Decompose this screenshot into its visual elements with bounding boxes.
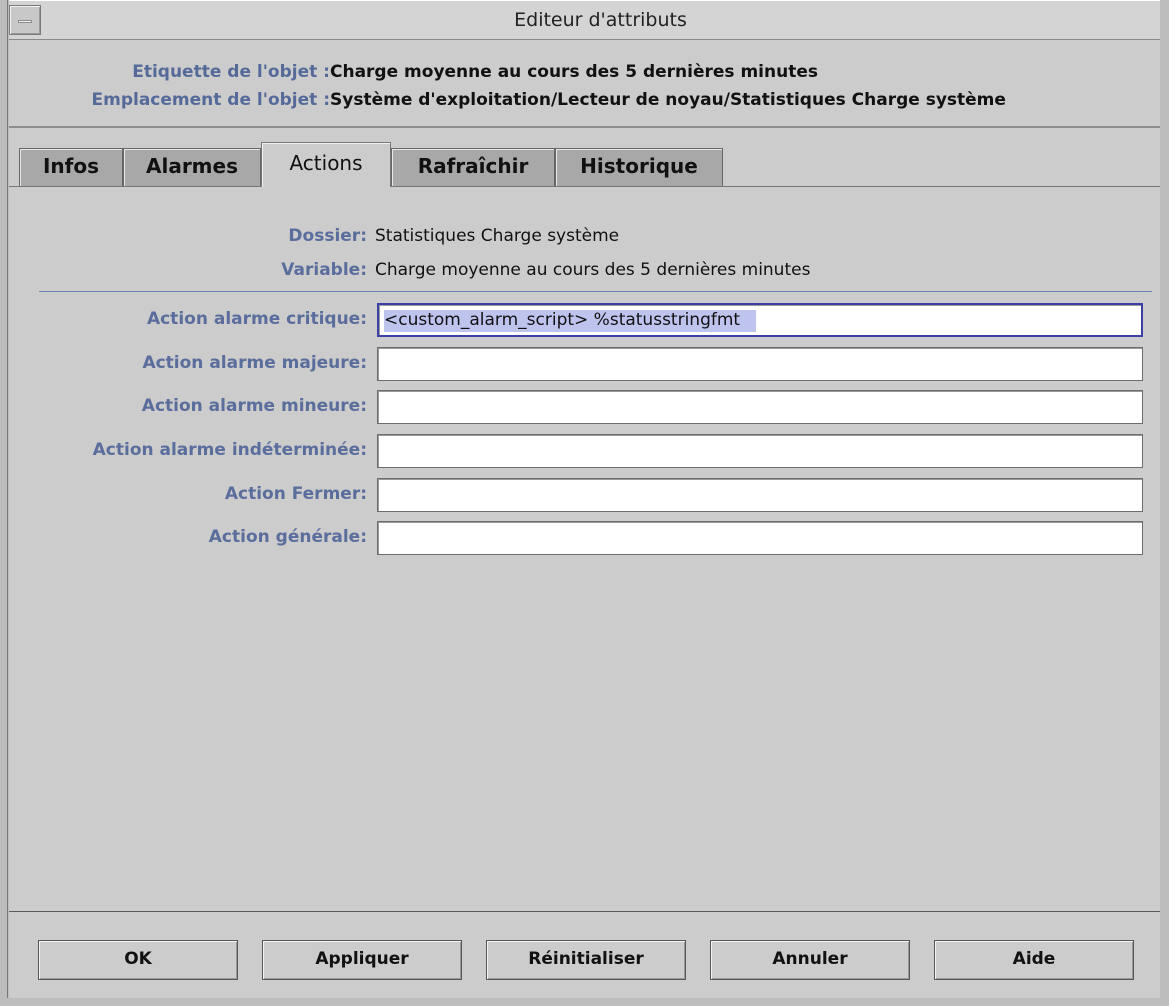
window-title: Editeur d'attributs (514, 9, 687, 31)
attribute-editor-window: Editeur d'attributs Etiquette de l'objet… (0, 0, 1169, 1006)
tab-infos[interactable]: Infos (19, 148, 123, 186)
general-action-input[interactable] (377, 521, 1143, 555)
object-location-row: Emplacement de l'objet : Système d'explo… (9, 90, 1160, 114)
minor-alarm-action-input[interactable] (377, 390, 1143, 424)
object-label-caption: Etiquette de l'objet : (132, 62, 330, 82)
minor-alarm-action-label: Action alarme mineure: (141, 396, 367, 416)
apply-button[interactable]: Appliquer (262, 940, 462, 980)
indeterminate-alarm-action-input[interactable] (377, 434, 1143, 468)
object-location-value: Système d'exploitation/Lecteur de noyau/… (330, 90, 1006, 110)
ok-button[interactable]: OK (38, 940, 238, 980)
tab-strip: Infos Alarmes Actions Rafraîchir Histori… (9, 142, 1160, 187)
critical-alarm-action-label: Action alarme critique: (146, 309, 367, 329)
major-alarm-action-input[interactable] (377, 347, 1143, 381)
object-label-row: Etiquette de l'objet : Charge moyenne au… (9, 62, 1160, 86)
indeterminate-alarm-action-label: Action alarme indéterminée: (92, 440, 367, 460)
close-action-label: Action Fermer: (224, 484, 367, 504)
object-label-value: Charge moyenne au cours des 5 dernières … (330, 62, 818, 82)
reset-button[interactable]: Réinitialiser (486, 940, 686, 980)
folder-value: Statistiques Charge système (375, 226, 620, 246)
major-alarm-action-label: Action alarme majeure: (142, 353, 367, 373)
button-bar: OK Appliquer Réinitialiser Annuler Aide (9, 912, 1160, 998)
tab-actions[interactable]: Actions (261, 142, 391, 187)
close-action-input[interactable] (377, 478, 1143, 512)
critical-alarm-action-input[interactable]: <custom_alarm_script> %statusstringfmt (377, 303, 1143, 337)
critical-alarm-action-text: <custom_alarm_script> %statusstringfmt (384, 310, 757, 332)
title-bar[interactable]: Editeur d'attributs (9, 0, 1160, 40)
minimize-icon (18, 20, 32, 23)
object-location-caption: Emplacement de l'objet : (91, 90, 331, 110)
tab-rafraichir[interactable]: Rafraîchir (391, 148, 555, 186)
window-menu-button[interactable] (9, 5, 41, 35)
tab-historique[interactable]: Historique (555, 148, 723, 186)
cancel-button[interactable]: Annuler (710, 940, 910, 980)
help-button[interactable]: Aide (934, 940, 1134, 980)
general-action-label: Action générale: (208, 527, 367, 547)
object-info-header: Etiquette de l'objet : Charge moyenne au… (9, 40, 1160, 128)
tab-alarmes[interactable]: Alarmes (123, 148, 261, 186)
variable-label: Variable: (281, 260, 367, 280)
folder-label: Dossier: (288, 226, 367, 246)
actions-panel: Dossier: Statistiques Charge système Var… (9, 186, 1160, 913)
panel-separator (39, 291, 1152, 292)
variable-value: Charge moyenne au cours des 5 dernières … (375, 260, 811, 280)
